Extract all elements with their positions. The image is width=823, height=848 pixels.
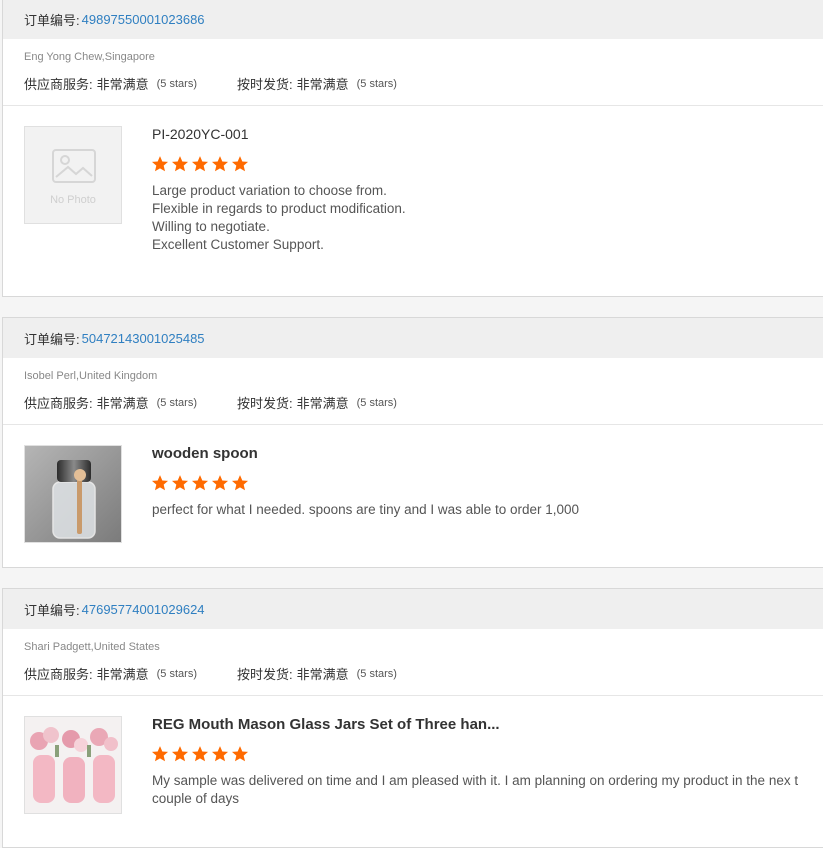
star-icon xyxy=(191,475,209,491)
supplier-service-stars: (5 stars) xyxy=(156,667,197,680)
star-icon xyxy=(171,156,189,172)
star-icon xyxy=(231,746,249,762)
order-header: 订单编号: 49897550001023686 xyxy=(3,0,823,39)
supplier-service-rating: 非常满意 xyxy=(96,667,149,682)
order-header: 订单编号: 50472143001025485 xyxy=(3,318,823,358)
star-icon xyxy=(211,746,229,762)
star-icon xyxy=(151,475,169,491)
review-text: Large product variation to choose from. … xyxy=(152,182,805,254)
order-number-label: 订单编号: xyxy=(24,12,80,28)
product-title[interactable]: PI-2020YC-001 xyxy=(152,126,249,142)
star-icon xyxy=(231,475,249,491)
star-icon xyxy=(211,156,229,172)
image-placeholder-icon xyxy=(52,149,96,183)
star-icon xyxy=(191,746,209,762)
order-number-label: 订单编号: xyxy=(24,331,80,347)
order-header: 订单编号: 47695774001029624 xyxy=(3,589,823,629)
rating-summary: 供应商服务: 非常满意 (5 stars) 按时发货: 非常满意 (5 star… xyxy=(24,393,397,412)
star-icon xyxy=(171,475,189,491)
supplier-service-stars: (5 stars) xyxy=(156,77,197,90)
on-time-delivery-stars: (5 stars) xyxy=(356,667,397,680)
star-icon xyxy=(151,156,169,172)
star-rating xyxy=(151,474,249,492)
buyer-info: Shari Padgett,United States 供应商服务: 非常满意 … xyxy=(3,629,823,696)
product-thumbnail[interactable] xyxy=(24,716,122,814)
star-icon xyxy=(211,475,229,491)
supplier-service-label: 供应商服务: xyxy=(24,77,93,92)
star-rating xyxy=(151,155,249,173)
review-line: Large product variation to choose from. xyxy=(152,183,387,198)
order-number-link[interactable]: 47695774001029624 xyxy=(82,602,205,617)
review-text: perfect for what I needed. spoons are ti… xyxy=(152,501,805,519)
star-icon xyxy=(231,156,249,172)
product-title[interactable]: REG Mouth Mason Glass Jars Set of Three … xyxy=(152,716,500,733)
product-title[interactable]: wooden spoon xyxy=(152,445,258,462)
review-line: Willing to negotiate. xyxy=(152,219,270,234)
star-icon xyxy=(151,746,169,762)
order-number-link[interactable]: 49897550001023686 xyxy=(82,12,205,27)
order-number-link[interactable]: 50472143001025485 xyxy=(82,331,205,346)
review-card: 订单编号: 50472143001025485 Isobel Perl,Unit… xyxy=(2,317,823,568)
product-thumbnail[interactable]: No Photo xyxy=(24,126,122,224)
rating-summary: 供应商服务: 非常满意 (5 stars) 按时发货: 非常满意 (5 star… xyxy=(24,74,397,93)
buyer-info: Isobel Perl,United Kingdom 供应商服务: 非常满意 (… xyxy=(3,358,823,425)
on-time-delivery-label: 按时发货: xyxy=(236,396,293,411)
star-rating xyxy=(151,745,249,763)
review-line: Flexible in regards to product modificat… xyxy=(152,201,406,216)
review-line: Excellent Customer Support. xyxy=(152,237,324,252)
on-time-delivery-rating: 非常满意 xyxy=(296,396,349,411)
supplier-service-rating: 非常满意 xyxy=(96,396,149,411)
buyer-name: Isobel Perl,United Kingdom xyxy=(24,370,158,382)
no-photo-label: No Photo xyxy=(50,194,96,206)
review-card: 订单编号: 49897550001023686 Eng Yong Chew,Si… xyxy=(2,0,823,297)
on-time-delivery-stars: (5 stars) xyxy=(356,396,397,409)
supplier-service-label: 供应商服务: xyxy=(24,667,93,682)
buyer-name: Eng Yong Chew,Singapore xyxy=(24,51,155,63)
supplier-service-stars: (5 stars) xyxy=(156,396,197,409)
star-icon xyxy=(171,746,189,762)
on-time-delivery-rating: 非常满意 xyxy=(296,77,349,92)
product-thumbnail[interactable] xyxy=(24,445,122,543)
on-time-delivery-label: 按时发货: xyxy=(236,77,293,92)
on-time-delivery-rating: 非常满意 xyxy=(296,667,349,682)
glass-jar-image xyxy=(25,446,121,542)
rating-summary: 供应商服务: 非常满意 (5 stars) 按时发货: 非常满意 (5 star… xyxy=(24,664,397,683)
review-card: 订单编号: 47695774001029624 Shari Padgett,Un… xyxy=(2,588,823,848)
supplier-service-rating: 非常满意 xyxy=(96,77,149,92)
pink-mason-jars-image xyxy=(25,717,121,813)
star-icon xyxy=(191,156,209,172)
review-text: My sample was delivered on time and I am… xyxy=(152,772,805,808)
on-time-delivery-label: 按时发货: xyxy=(236,667,293,682)
supplier-service-label: 供应商服务: xyxy=(24,396,93,411)
review-line: My sample was delivered on time and I am… xyxy=(152,773,799,806)
on-time-delivery-stars: (5 stars) xyxy=(356,77,397,90)
buyer-name: Shari Padgett,United States xyxy=(24,641,160,653)
review-line: perfect for what I needed. spoons are ti… xyxy=(152,502,580,517)
order-number-label: 订单编号: xyxy=(24,602,80,618)
buyer-info: Eng Yong Chew,Singapore 供应商服务: 非常满意 (5 s… xyxy=(3,39,823,106)
